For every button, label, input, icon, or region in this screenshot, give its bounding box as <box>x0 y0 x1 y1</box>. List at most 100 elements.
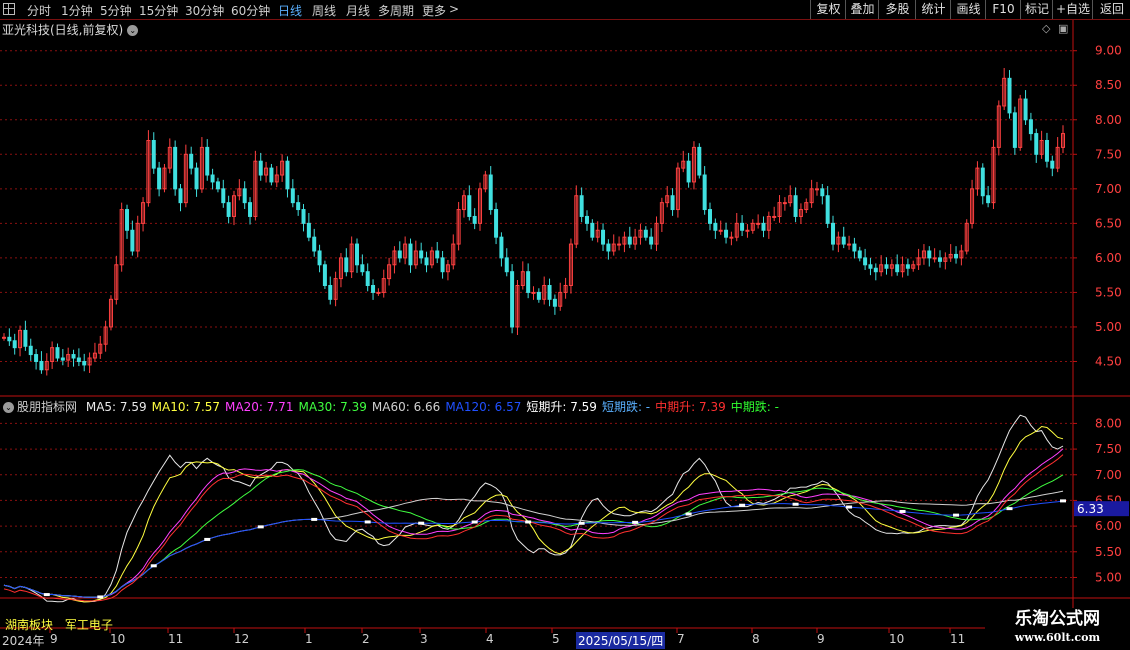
candle-body <box>221 188 226 204</box>
ma120-marker <box>953 513 960 517</box>
candle-body <box>937 257 942 262</box>
x-axis-label-2: 10 <box>110 632 126 646</box>
watermark-title: 乐淘公式网 <box>1015 609 1100 629</box>
candle-body <box>1050 160 1055 169</box>
candle-body <box>296 202 301 211</box>
main-y-tick-label: 6.50 <box>1095 216 1122 230</box>
x-axis-label-15: 11 <box>950 632 966 646</box>
candle-body <box>1023 98 1028 121</box>
toolbar-button-8[interactable]: 返回 <box>1092 0 1130 19</box>
candle-body <box>831 222 836 245</box>
candle-body <box>34 354 39 362</box>
industry-label[interactable]: 军工电子 <box>65 618 113 632</box>
grid-menu-icon[interactable] <box>3 3 15 15</box>
tab-9[interactable]: 多周期 <box>378 2 414 19</box>
main-y-tick-label: 9.00 <box>1095 44 1122 58</box>
toolbar-button-0[interactable]: 复权 <box>810 0 846 19</box>
candle-body <box>472 215 477 224</box>
tab-10[interactable]: 更多 <box>422 2 446 19</box>
x-axis-label-10: 2025/05/15/四 <box>576 632 666 649</box>
candle-body <box>863 257 868 266</box>
candle-body <box>215 181 220 190</box>
tab-5[interactable]: 60分钟 <box>231 2 270 19</box>
candle-body <box>317 250 322 266</box>
legend-item-3: MA30: 7.39 <box>298 400 367 414</box>
toolbar-button-3[interactable]: 统计 <box>915 0 951 19</box>
candle-body <box>895 264 900 273</box>
candle-body <box>285 160 290 190</box>
main-y-tick-label: 7.50 <box>1095 147 1122 161</box>
toolbar-button-4[interactable]: 画线 <box>950 0 986 19</box>
candle-body <box>322 264 327 287</box>
x-axis-label-8: 4 <box>486 632 494 646</box>
candle-body <box>729 236 734 239</box>
candle-body <box>745 229 750 232</box>
candle-body <box>365 271 370 287</box>
candle-body <box>151 139 156 169</box>
main-y-tick-label: 4.50 <box>1095 354 1122 368</box>
candle-body <box>697 146 702 176</box>
sector-labels: 湖南板块 军工电子 <box>5 616 113 633</box>
x-axis-label-14: 10 <box>889 632 905 646</box>
candle-body <box>820 188 825 197</box>
indicator-y-tick-label: 5.00 <box>1095 570 1122 584</box>
candle-body <box>419 250 424 259</box>
candle-body <box>306 222 311 238</box>
watermark: 乐淘公式网 www.60lt.com <box>985 608 1130 650</box>
sector-label[interactable]: 湖南板块 <box>5 618 53 632</box>
ma120-marker <box>311 517 318 521</box>
chart-canvas[interactable]: 9.00 8.50 8.00 7.50 7.00 6.50 6.00 5.50 5.00 4.50… <box>0 20 1130 650</box>
candle-body <box>23 329 28 347</box>
candle-body <box>1044 139 1049 162</box>
ma120-marker <box>846 505 853 509</box>
candle-body <box>708 209 712 224</box>
candle-body <box>905 264 910 269</box>
x-axis-label-12: 8 <box>752 632 760 646</box>
ma60-line <box>3 490 1064 598</box>
candle-body <box>547 285 552 300</box>
tab-1[interactable]: 1分钟 <box>61 2 93 19</box>
candle-body <box>258 160 263 176</box>
ma120-marker <box>1060 499 1066 503</box>
toolbar-button-5[interactable]: F10 <box>985 0 1021 19</box>
tab-2[interactable]: 5分钟 <box>100 2 132 19</box>
toolbar-button-7[interactable]: +自选 <box>1052 0 1093 19</box>
candle-body <box>397 250 402 259</box>
more-arrow-icon[interactable]: > <box>449 2 459 16</box>
candle-body <box>55 347 60 359</box>
tab-4[interactable]: 30分钟 <box>185 2 224 19</box>
candle-body <box>210 174 215 183</box>
candle-body <box>312 236 317 252</box>
tab-8[interactable]: 月线 <box>346 2 370 19</box>
candle-body <box>12 340 17 349</box>
ma120-marker <box>204 537 211 541</box>
indicator-y-tick-label: 6.00 <box>1095 519 1122 533</box>
candle-body <box>494 209 499 238</box>
candle-body <box>884 264 889 269</box>
candle-body <box>301 209 306 224</box>
candle-body <box>194 167 199 190</box>
chevron-down-icon[interactable]: ⌄ <box>3 402 14 413</box>
ma120-marker <box>1006 507 1013 511</box>
candle-body <box>852 243 857 252</box>
legend-item-7: 短期跌: - <box>601 400 651 414</box>
main-y-tick-label: 7.00 <box>1095 182 1122 196</box>
ma120-marker <box>97 595 104 599</box>
candle-body <box>125 209 130 231</box>
x-axis-label-0: 2024年 <box>2 634 45 648</box>
candle-body <box>344 257 349 273</box>
candle-body <box>39 360 44 371</box>
tab-0[interactable]: 分时 <box>27 2 51 19</box>
candle-body <box>290 188 295 204</box>
x-axis-label-11: 7 <box>677 632 685 646</box>
tab-3[interactable]: 15分钟 <box>139 2 178 19</box>
candle-body <box>740 222 745 231</box>
candle-body <box>510 271 515 328</box>
toolbar-button-6[interactable]: 标记 <box>1020 0 1053 19</box>
tab-6[interactable]: 日线 <box>278 2 302 19</box>
toolbar-button-2[interactable]: 多股 <box>878 0 916 19</box>
candle-body <box>488 174 493 211</box>
tab-7[interactable]: 周线 <box>312 2 336 19</box>
toolbar-button-1[interactable]: 叠加 <box>845 0 879 19</box>
legend-item-5: MA120: 6.57 <box>445 400 522 414</box>
